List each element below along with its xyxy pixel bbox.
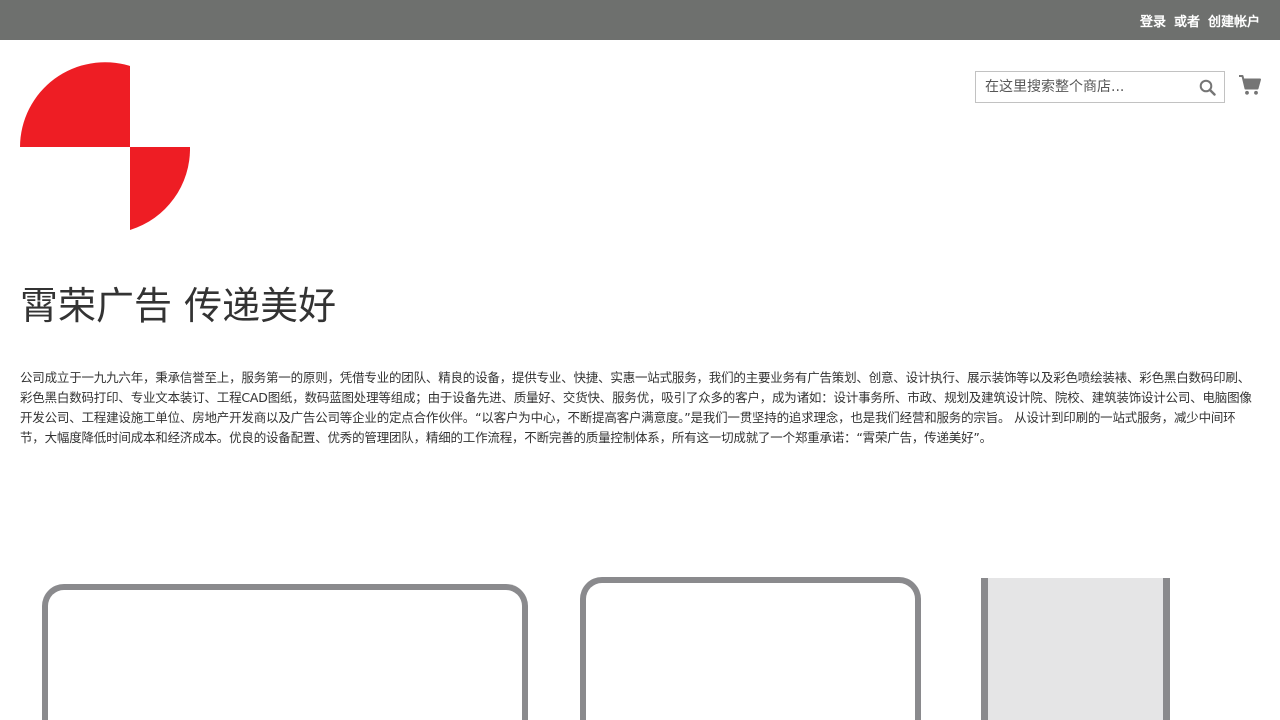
search-input[interactable] — [976, 72, 1196, 102]
page-title: 霄荣广告 传递美好 — [20, 284, 337, 328]
or-separator: 或者 — [1173, 14, 1200, 30]
brand-logo-icon — [20, 62, 191, 230]
sign-in-link[interactable]: 登录 — [1140, 11, 1166, 30]
search-box — [975, 71, 1225, 103]
company-intro-text: 公司成立于一九九六年，秉承信誉至上，服务第一的原则，凭借专业的团队、精良的设备，… — [20, 370, 1252, 445]
top-header-bar: 登录 或者 创建帐户 — [0, 0, 1280, 40]
create-account-link[interactable]: 创建帐户 — [1208, 11, 1260, 30]
shopping-cart-icon[interactable] — [1238, 74, 1262, 96]
content-frame-left — [42, 584, 528, 720]
header-links: 登录 或者 创建帐户 — [1140, 0, 1260, 40]
content-frame-right — [981, 578, 1170, 720]
content-frame-middle — [580, 577, 921, 720]
search-icon[interactable] — [1199, 79, 1216, 96]
brand-logo[interactable] — [20, 62, 191, 232]
